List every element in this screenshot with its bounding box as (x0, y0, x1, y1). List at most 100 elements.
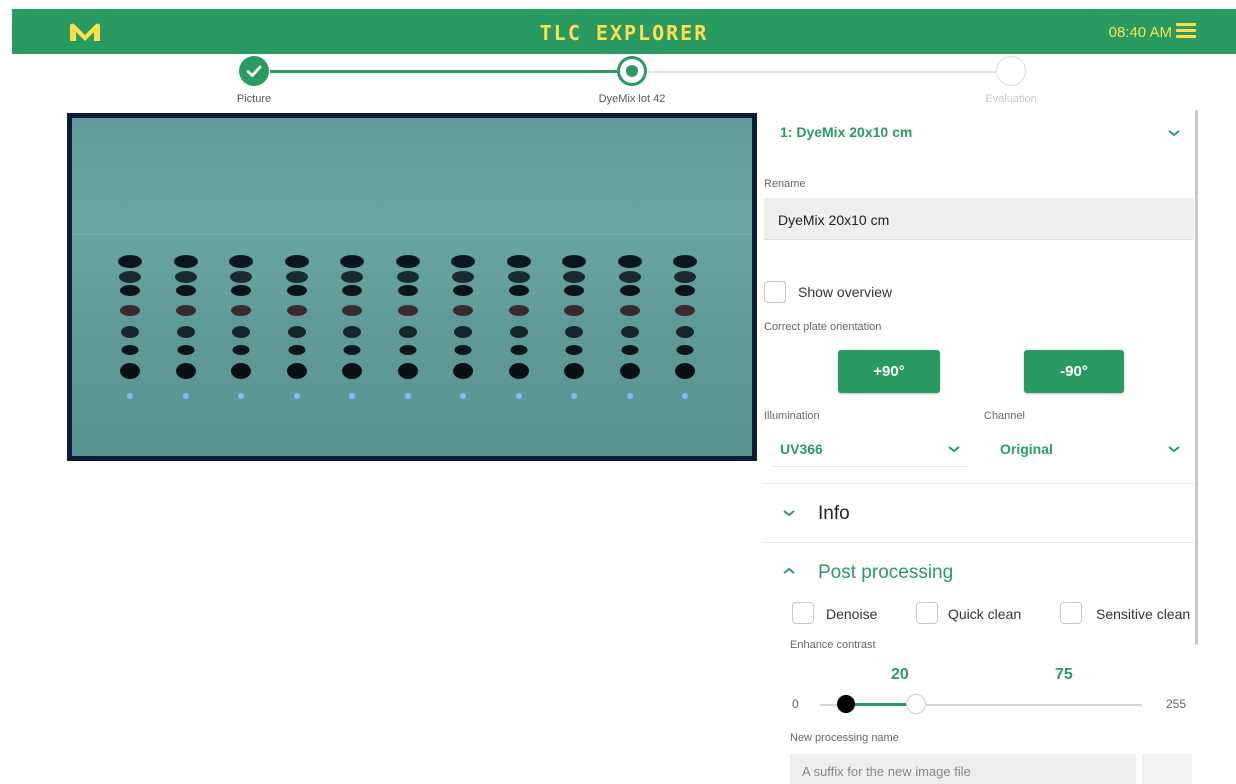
plate-spot (120, 305, 140, 316)
plate-lane (505, 118, 533, 456)
step-evaluation-circle-icon[interactable] (996, 56, 1026, 86)
progress-stepper: Picture DyeMix lot 42 Evaluation (0, 54, 1236, 110)
chevron-down-icon[interactable] (782, 508, 796, 518)
chevron-up-icon[interactable] (782, 566, 796, 576)
plate-lane (338, 118, 366, 456)
illumination-label: Illumination (764, 410, 820, 422)
plate-spot (395, 255, 420, 268)
plate-spot (396, 271, 419, 283)
plate-lane (172, 118, 200, 456)
plate-spot (674, 271, 696, 283)
plate-spot (404, 393, 411, 399)
plate-spot (453, 305, 473, 316)
plate-spot (118, 255, 142, 268)
plate-spot (620, 326, 639, 338)
plate-spot (617, 255, 642, 268)
plate-spot (509, 326, 528, 338)
tlc-plate-image[interactable] (67, 113, 757, 461)
plate-spot (119, 271, 141, 283)
illumination-select[interactable]: UV366 (780, 441, 823, 457)
plate-spot (453, 363, 473, 379)
plate-spot (682, 393, 688, 399)
illumination-underline (772, 466, 968, 467)
post-processing-section-header[interactable]: Post processing (818, 562, 953, 584)
chevron-down-icon[interactable] (1167, 444, 1181, 454)
plate-spot (510, 345, 527, 355)
plate-spot (121, 345, 139, 355)
rotate-plus-90-button[interactable]: +90° (838, 350, 940, 393)
plate-lane (671, 118, 699, 456)
plate-spot (349, 393, 355, 399)
plate-spot (675, 285, 695, 296)
sensitive-clean-checkbox[interactable] (1060, 602, 1082, 624)
plate-spot (454, 326, 472, 338)
plate-spot (120, 285, 140, 296)
step-active-dot-icon[interactable] (617, 56, 647, 86)
plate-spot (127, 393, 133, 399)
enhance-contrast-label: Enhance contrast (790, 639, 876, 651)
clock-time: 08:40 AM (1108, 24, 1172, 41)
plate-spot (175, 363, 196, 379)
section-divider (764, 483, 1194, 484)
range-max-label: 255 (1166, 697, 1187, 711)
plate-spot (399, 345, 416, 355)
plate-spot (675, 363, 695, 379)
contrast-high-thumb[interactable] (906, 694, 926, 714)
plate-spot (452, 271, 474, 283)
plate-spot (177, 345, 194, 355)
plate-lane (449, 118, 477, 456)
chevron-down-icon[interactable] (1167, 128, 1181, 138)
plate-spot (619, 285, 640, 296)
plate-spot (182, 393, 189, 399)
plate-lane (616, 118, 644, 456)
plate-spot (562, 255, 586, 268)
plate-spot (564, 363, 584, 379)
show-overview-label: Show overview (798, 284, 893, 300)
plate-spot (231, 363, 251, 379)
plate-spot (229, 255, 253, 268)
plate-spot (343, 326, 361, 338)
suffix-input[interactable]: A suffix for the new image file (790, 754, 1136, 784)
plate-spot (565, 326, 583, 338)
plate-spot (619, 305, 640, 316)
plate-spot (230, 271, 252, 283)
rename-input[interactable]: DyeMix 20x10 cm (764, 198, 1194, 240)
plate-spot (565, 345, 583, 355)
plate-spot (564, 285, 584, 296)
chevron-down-icon[interactable] (947, 444, 961, 454)
plate-spot (175, 305, 196, 316)
save-processing-icon[interactable] (1142, 754, 1192, 784)
plate-spot (506, 255, 531, 268)
channel-select[interactable]: Original (1000, 441, 1053, 457)
show-overview-checkbox[interactable] (764, 281, 786, 303)
contrast-low-value: 20 (891, 666, 909, 683)
plate-spot (175, 285, 196, 296)
step-picture-check-icon[interactable] (239, 56, 269, 86)
plate-spot (238, 393, 244, 399)
plate-spot (174, 271, 197, 283)
plate-spot (176, 326, 195, 338)
contrast-low-thumb[interactable] (837, 695, 855, 713)
plate-spot (121, 326, 139, 338)
plate-spot (571, 393, 577, 399)
plate-spot (673, 255, 697, 268)
plate-spot (621, 345, 638, 355)
plate-spot (564, 305, 584, 316)
denoise-checkbox[interactable] (792, 602, 814, 624)
step-label-dyemix: DyeMix lot 42 (598, 93, 666, 105)
plate-spot (285, 271, 308, 283)
step-label-evaluation: Evaluation (985, 93, 1037, 105)
plate-spot (676, 326, 694, 338)
plate-spot (453, 285, 473, 296)
stepper-line-done (270, 70, 618, 73)
sensitive-clean-label: Sensitive clean (1096, 606, 1191, 622)
plate-select[interactable]: 1: DyeMix 20x10 cm (780, 124, 912, 140)
quick-clean-label: Quick clean (948, 606, 1022, 622)
plate-spot (286, 285, 307, 296)
rotate-minus-90-button[interactable]: -90° (1024, 350, 1124, 393)
info-section-header[interactable]: Info (818, 503, 850, 525)
hamburger-menu-icon[interactable] (1176, 23, 1196, 39)
plate-spot (342, 363, 362, 379)
new-processing-label: New processing name (790, 732, 899, 744)
quick-clean-checkbox[interactable] (916, 602, 938, 624)
